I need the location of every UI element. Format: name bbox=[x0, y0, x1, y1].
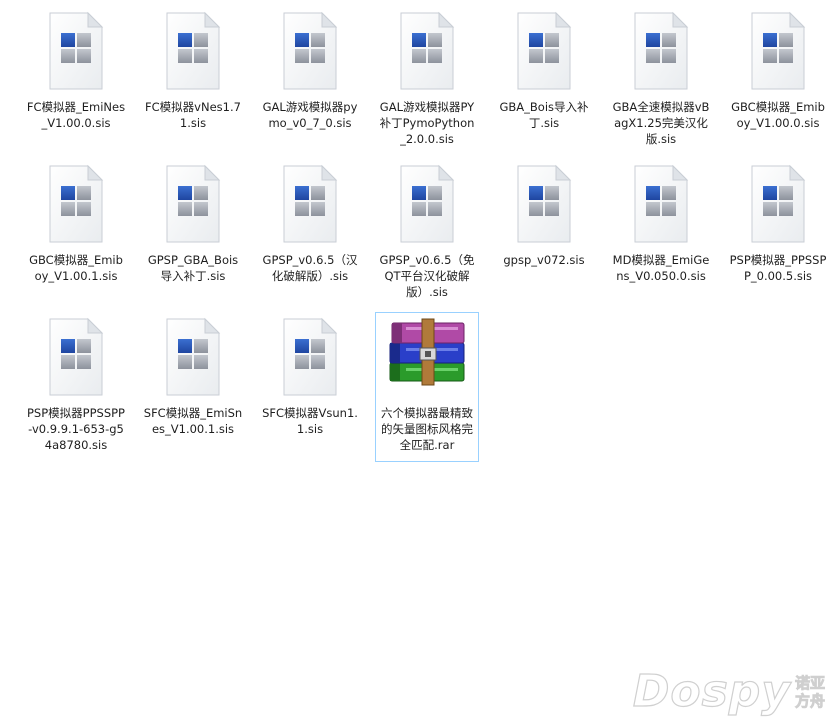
sis-file-icon bbox=[161, 9, 225, 93]
explorer-file-view: FC模拟器_EmiNes_V1.00.0.sis FC模拟器vNes1.71.s… bbox=[0, 0, 835, 725]
file-name-label: GBA全速模拟器vBagX1.25完美汉化版.sis bbox=[612, 100, 710, 146]
file-item[interactable]: SFC模拟器Vsun1.1.sis bbox=[258, 312, 362, 462]
file-item[interactable]: FC模拟器vNes1.71.sis bbox=[141, 6, 245, 156]
file-item[interactable]: GPSP_v0.6.5（汉化破解版）.sis bbox=[258, 159, 362, 309]
watermark-cn: 诺亚 方舟 bbox=[794, 673, 826, 710]
file-name-label: 六个模拟器最精致的矢量图标风格完全匹配.rar bbox=[381, 406, 473, 452]
file-name-label: PSP模拟器_PPSSPP_0.00.5.sis bbox=[729, 253, 827, 283]
file-item[interactable]: 六个模拟器最精致的矢量图标风格完全匹配.rar bbox=[375, 312, 479, 462]
sis-file-icon bbox=[44, 9, 108, 93]
sis-file-icon bbox=[395, 9, 459, 93]
sis-file-icon bbox=[278, 315, 342, 399]
file-name-label: GPSP_GBA_Bois导入补丁.sis bbox=[147, 253, 239, 283]
file-name-label: gpsp_v072.sis bbox=[503, 253, 585, 267]
file-item[interactable]: PSP模拟器PPSSPP-v0.9.9.1-653-g54a8780.sis bbox=[24, 312, 128, 462]
sis-file-icon bbox=[278, 9, 342, 93]
file-item[interactable]: MD模拟器_EmiGens_V0.050.0.sis bbox=[609, 159, 713, 309]
dospy-watermark: Dospy 诺亚 方舟 bbox=[632, 665, 826, 717]
file-item[interactable]: GPSP_GBA_Bois导入补丁.sis bbox=[141, 159, 245, 309]
file-name-label: PSP模拟器PPSSPP-v0.9.9.1-653-g54a8780.sis bbox=[26, 406, 125, 452]
sis-file-icon bbox=[161, 315, 225, 399]
sis-file-icon bbox=[395, 162, 459, 246]
file-item[interactable]: GBC模拟器_Emiboy_V1.00.0.sis bbox=[726, 6, 830, 156]
sis-file-icon bbox=[44, 315, 108, 399]
file-name-label: SFC模拟器_EmiSnes_V1.00.1.sis bbox=[143, 406, 243, 436]
file-name-label: GPSP_v0.6.5（汉化破解版）.sis bbox=[262, 253, 358, 283]
sis-file-icon bbox=[512, 162, 576, 246]
file-item[interactable]: FC模拟器_EmiNes_V1.00.0.sis bbox=[24, 6, 128, 156]
sis-file-icon bbox=[512, 9, 576, 93]
file-item[interactable]: GPSP_v0.6.5（免QT平台汉化破解版）.sis bbox=[375, 159, 479, 309]
file-item[interactable]: GBC模拟器_Emiboy_V1.00.1.sis bbox=[24, 159, 128, 309]
sis-file-icon bbox=[629, 162, 693, 246]
watermark-cn-line1: 诺亚 bbox=[794, 673, 826, 692]
file-name-label: GBA_Bois导入补丁.sis bbox=[499, 100, 589, 130]
file-item[interactable]: GBA_Bois导入补丁.sis bbox=[492, 6, 596, 156]
file-name-label: MD模拟器_EmiGens_V0.050.0.sis bbox=[612, 253, 710, 283]
sis-file-icon bbox=[629, 9, 693, 93]
sis-file-icon bbox=[746, 9, 810, 93]
winrar-archive-icon bbox=[389, 315, 465, 399]
file-item[interactable]: GBA全速模拟器vBagX1.25完美汉化版.sis bbox=[609, 6, 713, 156]
file-item[interactable]: PSP模拟器_PPSSPP_0.00.5.sis bbox=[726, 159, 830, 309]
file-item[interactable]: GAL游戏模拟器pymo_v0_7_0.sis bbox=[258, 6, 362, 156]
sis-file-icon bbox=[161, 162, 225, 246]
file-name-label: GBC模拟器_Emiboy_V1.00.0.sis bbox=[731, 100, 825, 130]
watermark-cn-line2: 方舟 bbox=[794, 691, 826, 710]
sis-file-icon bbox=[278, 162, 342, 246]
sis-file-icon bbox=[746, 162, 810, 246]
file-name-label: FC模拟器vNes1.71.sis bbox=[145, 100, 241, 130]
watermark-logo-text: Dospy bbox=[632, 665, 791, 717]
file-name-label: FC模拟器_EmiNes_V1.00.0.sis bbox=[26, 100, 126, 130]
file-name-label: SFC模拟器Vsun1.1.sis bbox=[262, 406, 358, 436]
file-name-label: GPSP_v0.6.5（免QT平台汉化破解版）.sis bbox=[379, 253, 475, 299]
file-name-label: GAL游戏模拟器PY补丁PymoPython_2.0.0.sis bbox=[379, 100, 475, 146]
file-name-label: GAL游戏模拟器pymo_v0_7_0.sis bbox=[262, 100, 358, 130]
file-item[interactable]: SFC模拟器_EmiSnes_V1.00.1.sis bbox=[141, 312, 245, 462]
sis-file-icon bbox=[44, 162, 108, 246]
file-item[interactable]: GAL游戏模拟器PY补丁PymoPython_2.0.0.sis bbox=[375, 6, 479, 156]
file-name-label: GBC模拟器_Emiboy_V1.00.1.sis bbox=[29, 253, 123, 283]
file-icon-grid: FC模拟器_EmiNes_V1.00.0.sis FC模拟器vNes1.71.s… bbox=[24, 6, 835, 465]
file-item[interactable]: gpsp_v072.sis bbox=[492, 159, 596, 309]
